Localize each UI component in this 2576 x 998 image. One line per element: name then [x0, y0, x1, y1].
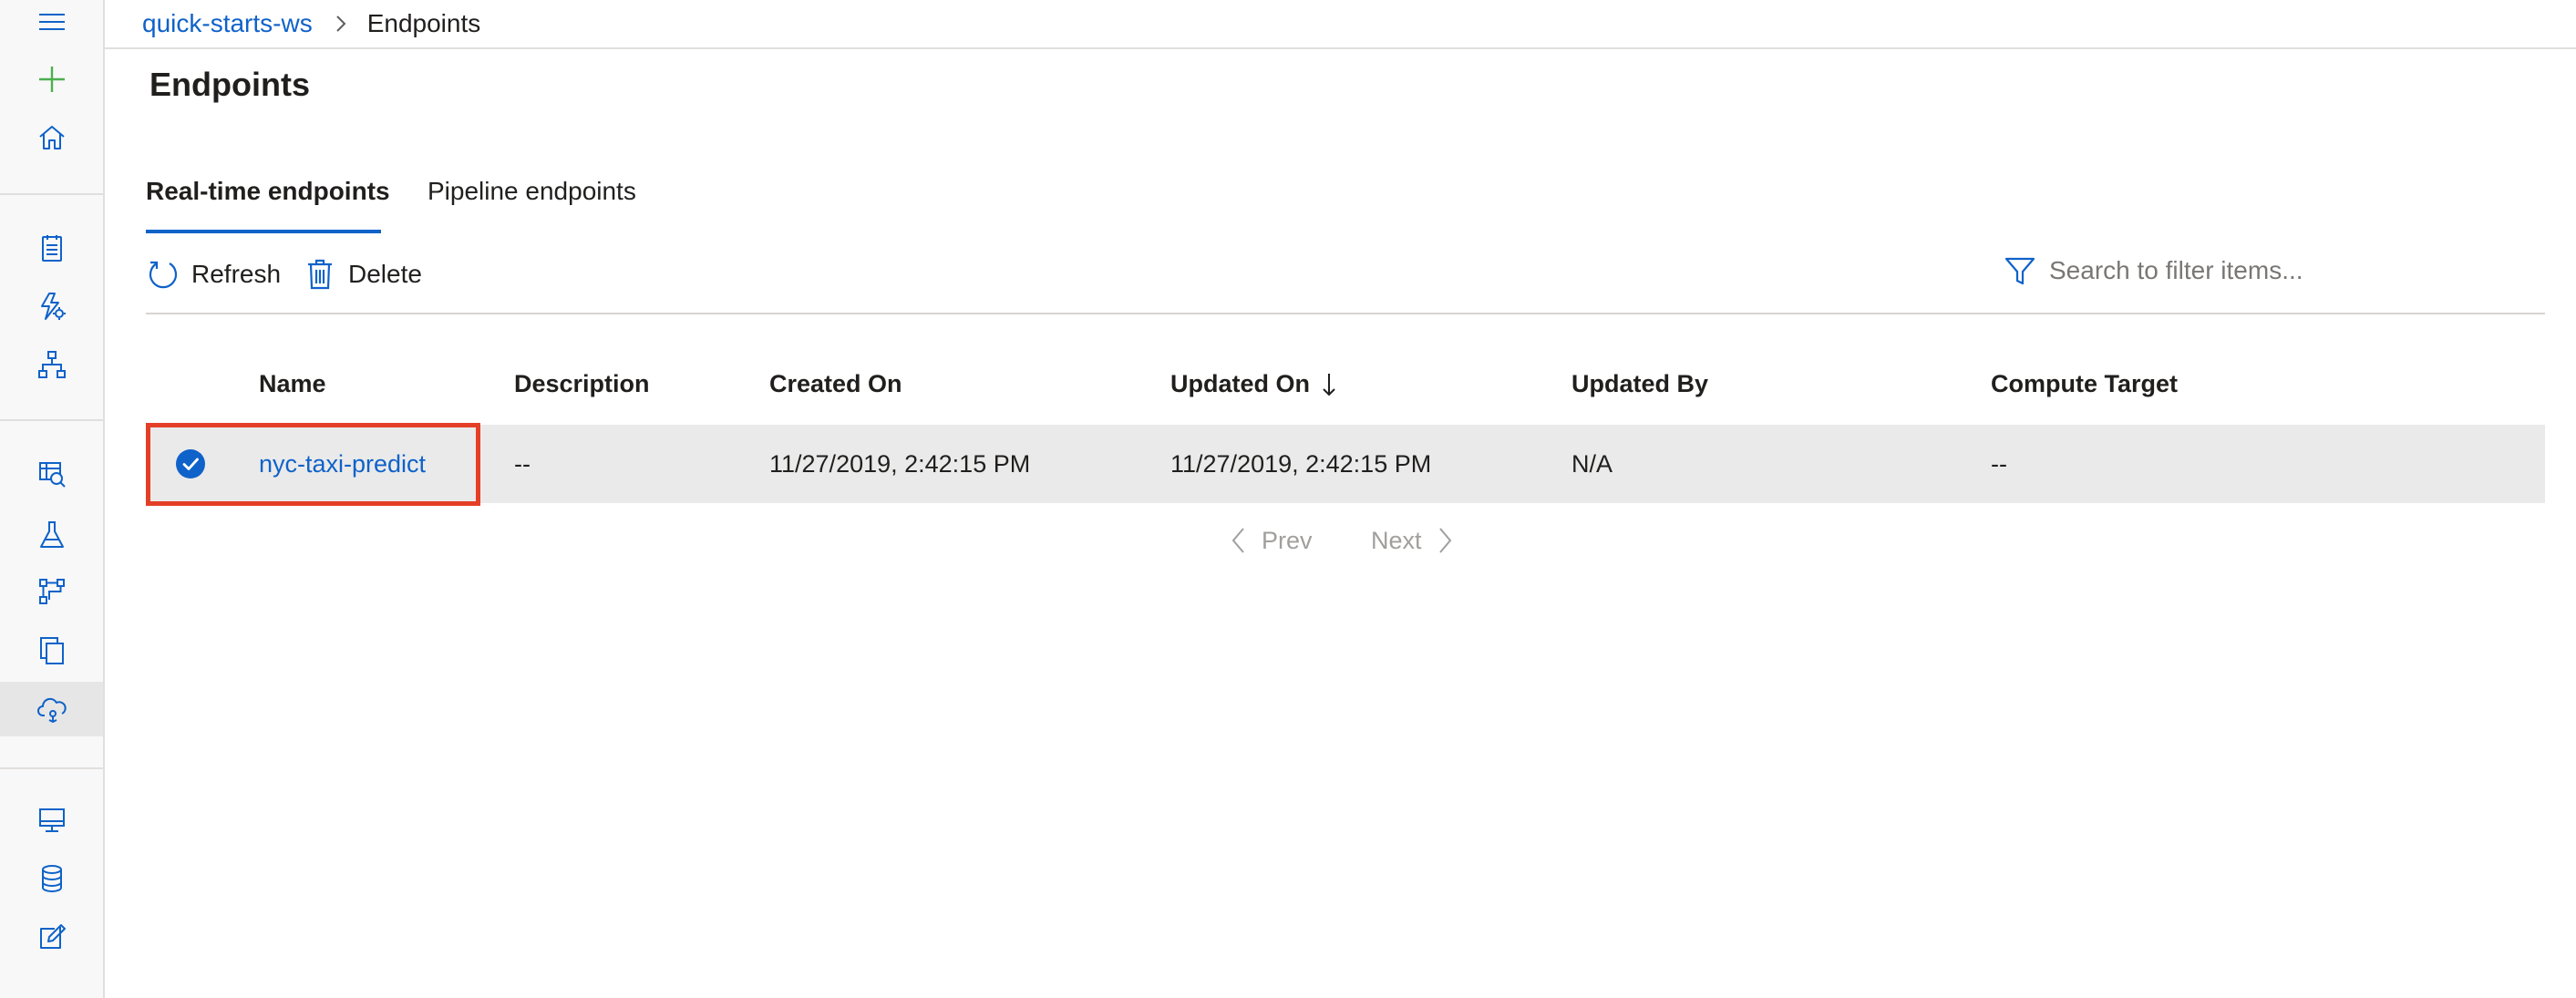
cell-compute-target: -- — [1991, 449, 2007, 478]
column-header-label: Compute Target — [1991, 370, 2179, 397]
create-new-button[interactable] — [0, 52, 103, 107]
delete-label: Delete — [348, 260, 422, 288]
datastores-icon — [41, 865, 62, 892]
rail-divider — [0, 419, 103, 421]
designer-nav-button[interactable] — [0, 337, 103, 392]
column-header-label: Name — [259, 370, 326, 397]
datasets-icon — [38, 462, 66, 488]
trash-icon — [308, 259, 332, 290]
column-header-label: Description — [514, 370, 650, 397]
endpoints-nav-button[interactable] — [0, 682, 103, 736]
cell-updated-by: N/A — [1571, 449, 1613, 478]
notebooks-icon — [41, 235, 62, 262]
prev-page-button[interactable]: Prev — [1229, 521, 1313, 560]
automated-ml-nav-button[interactable] — [0, 279, 103, 334]
refresh-button[interactable]: Refresh — [146, 253, 281, 295]
app-root: quick-starts-ws Endpoints Endpoints Real… — [0, 0, 2576, 998]
refresh-label: Refresh — [191, 260, 282, 288]
column-header-label: Updated By — [1571, 370, 1709, 397]
datasets-nav-button[interactable] — [0, 447, 103, 501]
experiments-icon — [39, 521, 64, 548]
filter-search-box[interactable]: Search to filter items... — [2004, 248, 2541, 293]
breadcrumb-workspace-link[interactable]: quick-starts-ws — [142, 9, 313, 38]
left-nav-rail — [0, 0, 105, 998]
search-placeholder: Search to filter items... — [2049, 256, 2303, 284]
toolbar-divider — [146, 313, 2545, 314]
home-icon — [38, 126, 65, 149]
refresh-icon — [149, 261, 178, 289]
breadcrumb: quick-starts-ws Endpoints — [105, 0, 2576, 49]
datastores-nav-button[interactable] — [0, 851, 103, 906]
data-labeling-nav-button[interactable] — [0, 910, 103, 964]
rail-divider — [0, 767, 103, 769]
compute-icon — [38, 808, 65, 832]
column-header-description[interactable]: Description — [514, 370, 650, 398]
delete-button[interactable]: Delete — [303, 253, 422, 295]
menu-button[interactable] — [0, 0, 103, 47]
chevron-right-icon — [1438, 528, 1451, 553]
home-nav-button[interactable] — [0, 110, 103, 165]
menu-icon — [38, 14, 65, 30]
column-header-name[interactable]: Name — [259, 370, 326, 398]
next-label: Next — [1371, 526, 1422, 554]
column-header-updated-by[interactable]: Updated By — [1571, 370, 1708, 398]
cell-description: -- — [514, 449, 531, 478]
pipelines-nav-button[interactable] — [0, 564, 103, 619]
table-row[interactable]: nyc-taxi-predict -- 11/27/2019, 2:42:15 … — [146, 425, 2545, 503]
create-new-icon — [38, 67, 65, 92]
notebooks-nav-button[interactable] — [0, 221, 103, 275]
column-header-compute-target[interactable]: Compute Target — [1991, 370, 2178, 398]
chevron-left-icon — [1231, 528, 1244, 553]
models-nav-button[interactable] — [0, 623, 103, 678]
data-labeling-icon — [39, 924, 66, 949]
sort-descending-icon — [1321, 372, 1337, 397]
filter-icon — [2004, 257, 2035, 285]
cell-updated-on: 11/27/2019, 2:42:15 PM — [1170, 449, 1432, 478]
annotation-highlight-box — [146, 423, 480, 506]
prev-label: Prev — [1262, 526, 1313, 554]
column-header-created-on[interactable]: Created On — [769, 370, 902, 398]
endpoints-icon — [36, 697, 67, 723]
rail-divider — [0, 193, 103, 195]
chevron-right-icon — [335, 14, 347, 34]
column-header-updated-on[interactable]: Updated On — [1170, 370, 1337, 398]
page-title: Endpoints — [149, 66, 310, 103]
experiments-nav-button[interactable] — [0, 508, 103, 562]
pipelines-icon — [38, 579, 65, 604]
automated-ml-icon — [40, 293, 66, 320]
models-icon — [39, 637, 64, 664]
column-header-label: Updated On — [1170, 370, 1310, 397]
compute-nav-button[interactable] — [0, 793, 103, 848]
column-header-label: Created On — [769, 370, 902, 397]
tab-pipeline-endpoints[interactable]: Pipeline endpoints — [428, 175, 636, 235]
cell-created-on: 11/27/2019, 2:42:15 PM — [769, 449, 1031, 478]
next-page-button[interactable]: Next — [1371, 521, 1455, 560]
breadcrumb-current: Endpoints — [366, 9, 481, 37]
tab-real-time-endpoints[interactable]: Real-time endpoints — [146, 175, 390, 235]
designer-icon — [37, 351, 66, 378]
